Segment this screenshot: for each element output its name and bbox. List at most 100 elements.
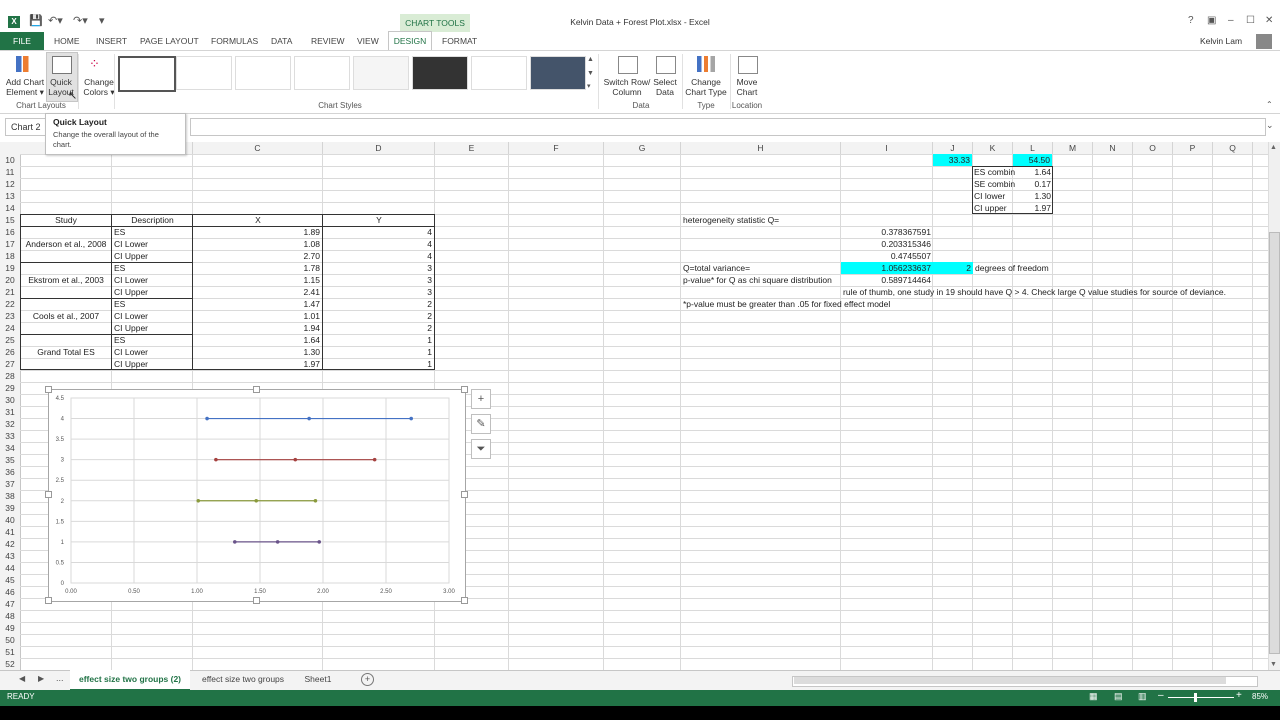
avatar[interactable]	[1256, 34, 1272, 49]
cell-y[interactable]: 3	[323, 286, 432, 298]
row-header[interactable]: 31	[0, 406, 20, 418]
cell-x[interactable]: 1.78	[193, 262, 320, 274]
resize-handle[interactable]	[461, 491, 468, 498]
cell-x[interactable]: 1.47	[193, 298, 320, 310]
help-icon[interactable]: ?	[1188, 15, 1194, 26]
resize-handle[interactable]	[253, 597, 260, 604]
chart-style-6[interactable]	[412, 56, 468, 90]
cell-h15[interactable]: heterogeneity statistic Q=	[683, 214, 779, 226]
row-header[interactable]: 37	[0, 478, 20, 490]
header-y[interactable]: Y	[323, 214, 435, 226]
undo-icon[interactable]: ↶▾	[48, 14, 63, 27]
row-header[interactable]: 23	[0, 310, 20, 322]
cell-l13[interactable]: 1.30	[1013, 190, 1051, 202]
row-header[interactable]: 14	[0, 202, 20, 214]
column-header-n[interactable]: N	[1093, 142, 1133, 154]
ribbon-display-icon[interactable]: ▣	[1207, 15, 1216, 26]
row-header[interactable]: 41	[0, 526, 20, 538]
resize-handle[interactable]	[461, 386, 468, 393]
study-name[interactable]: Cools et al., 2007	[20, 310, 112, 322]
switch-row-column-button[interactable]: Switch Row/ Column	[602, 77, 652, 97]
close-icon[interactable]: ✕	[1265, 15, 1273, 26]
cell-description[interactable]: ES	[114, 334, 125, 346]
cell-y[interactable]: 2	[323, 310, 432, 322]
row-header[interactable]: 40	[0, 514, 20, 526]
cell-y[interactable]: 2	[323, 298, 432, 310]
cell-j19[interactable]: 2	[933, 262, 973, 274]
cell-description[interactable]: ES	[114, 262, 125, 274]
row-header[interactable]: 35	[0, 454, 20, 466]
cell-i19[interactable]: 1.056233637	[841, 262, 933, 274]
page-layout-view-icon[interactable]: ▤	[1114, 691, 1123, 702]
row-header[interactable]: 50	[0, 634, 20, 646]
cell-y[interactable]: 4	[323, 226, 432, 238]
collapse-ribbon-icon[interactable]: ⌃	[1266, 100, 1273, 109]
save-icon[interactable]: 💾	[29, 14, 43, 27]
chart-style-2[interactable]	[176, 56, 232, 90]
scroll-down-icon[interactable]: ▼	[1270, 661, 1277, 668]
cell-x[interactable]: 2.70	[193, 250, 320, 262]
tab-file[interactable]: FILE	[0, 32, 44, 50]
cell-i16[interactable]: 0.378367591	[841, 226, 931, 238]
study-name[interactable]: Anderson et al., 2008	[20, 238, 112, 250]
tab-data[interactable]: DATA	[271, 32, 292, 50]
row-header[interactable]: 34	[0, 442, 20, 454]
row-header[interactable]: 20	[0, 274, 20, 286]
cell-k11[interactable]: ES combin	[974, 166, 1015, 178]
cell-description[interactable]: CI Upper	[114, 322, 148, 334]
row-header[interactable]: 43	[0, 550, 20, 562]
minimize-icon[interactable]: –	[1228, 15, 1234, 26]
cell-y[interactable]: 4	[323, 238, 432, 250]
header-description[interactable]: Description	[112, 214, 193, 226]
expand-formula-bar-icon[interactable]: ⌄	[1266, 120, 1274, 131]
resize-handle[interactable]	[45, 386, 52, 393]
row-header[interactable]: 48	[0, 610, 20, 622]
next-sheet-icon[interactable]: ▶	[38, 674, 44, 683]
column-header-o[interactable]: O	[1133, 142, 1173, 154]
column-header-d[interactable]: D	[323, 142, 435, 154]
cell-x[interactable]: 1.30	[193, 346, 320, 358]
resize-handle[interactable]	[45, 597, 52, 604]
cell-y[interactable]: 1	[323, 346, 432, 358]
styles-scroll-up-icon[interactable]: ▲	[587, 56, 594, 63]
row-header[interactable]: 21	[0, 286, 20, 298]
row-header[interactable]: 51	[0, 646, 20, 658]
chart-styles-brush-icon[interactable]: ✎	[471, 414, 491, 434]
formula-bar[interactable]	[190, 118, 1266, 136]
tab-formulas[interactable]: FORMULAS	[211, 32, 258, 50]
cell-description[interactable]: CI Lower	[114, 310, 148, 322]
cell-x[interactable]: 1.89	[193, 226, 320, 238]
move-chart-button[interactable]: Move Chart	[733, 77, 761, 97]
forest-plot-chart[interactable]: 0 0.5 1 1.5 2 2.5 3 3.5 4 4.5 0.00 0.50 1.00 1.50 2.00…	[48, 389, 466, 602]
column-header-f[interactable]: F	[509, 142, 604, 154]
select-data-button[interactable]: Select Data	[652, 77, 678, 97]
row-header[interactable]: 46	[0, 586, 20, 598]
row-header[interactable]: 28	[0, 370, 20, 382]
study-name[interactable]: Ekstrom et al., 2003	[20, 274, 112, 286]
change-chart-type-button[interactable]: Change Chart Type	[684, 77, 728, 97]
zoom-slider-thumb[interactable]	[1194, 693, 1197, 702]
cell-j10[interactable]: 33.33	[933, 154, 972, 166]
add-chart-element-button[interactable]: Add Chart Element ▾	[4, 77, 46, 97]
row-header[interactable]: 33	[0, 430, 20, 442]
cell-i21[interactable]: rule of thumb, one study in 19 should ha…	[843, 286, 1226, 298]
row-header[interactable]: 10	[0, 154, 20, 166]
row-header[interactable]: 16	[0, 226, 20, 238]
cell-description[interactable]: CI Upper	[114, 250, 148, 262]
cell-x[interactable]: 1.15	[193, 274, 320, 286]
row-header[interactable]: 44	[0, 562, 20, 574]
row-header[interactable]: 17	[0, 238, 20, 250]
chart-elements-plus-icon[interactable]: +	[471, 389, 491, 409]
page-break-view-icon[interactable]: ▥	[1138, 691, 1147, 702]
zoom-in-icon[interactable]: +	[1236, 690, 1242, 701]
column-header-i[interactable]: I	[841, 142, 933, 154]
cell-l11[interactable]: 1.64	[1013, 166, 1051, 178]
row-header[interactable]: 29	[0, 382, 20, 394]
column-header-p[interactable]: P	[1173, 142, 1213, 154]
cell-h19[interactable]: Q=total variance=	[683, 262, 750, 274]
header-study[interactable]: Study	[20, 214, 112, 226]
cell-x[interactable]: 1.01	[193, 310, 320, 322]
cell-k12[interactable]: SE combin	[974, 178, 1015, 190]
sheet-tab-active[interactable]: effect size two groups (2)	[70, 670, 190, 691]
tab-insert[interactable]: INSERT	[96, 32, 127, 50]
